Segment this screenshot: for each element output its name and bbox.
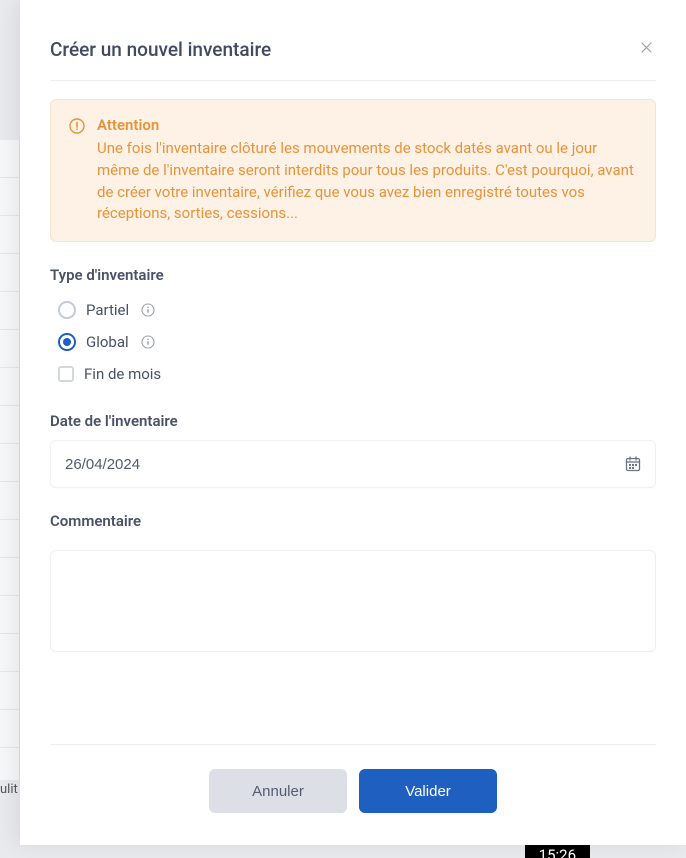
radio-option-partial[interactable]: Partiel: [58, 294, 656, 326]
cancel-button[interactable]: Annuler: [209, 769, 347, 813]
radio-global[interactable]: [58, 333, 76, 351]
inventory-type-group: Partiel Global Fin de mois: [50, 294, 656, 390]
app-backdrop: ulit Créer un nouvel inventaire Attentio…: [0, 0, 686, 858]
timestamp-overlay: 15:26: [525, 845, 590, 858]
modal-header: Créer un nouvel inventaire: [50, 0, 656, 81]
warning-icon: [69, 118, 85, 134]
radio-partial-label: Partiel: [86, 301, 129, 319]
checkbox-end-of-month-label: Fin de mois: [84, 365, 161, 383]
alert-title: Attention: [97, 116, 637, 134]
date-section: Date de l'inventaire: [50, 412, 656, 488]
radio-option-global[interactable]: Global: [58, 326, 656, 358]
date-input-wrap[interactable]: [50, 440, 656, 488]
background-truncated-text: ulit: [0, 782, 18, 797]
info-icon[interactable]: [141, 303, 155, 317]
comment-section: Commentaire: [50, 512, 656, 656]
comment-textarea[interactable]: [50, 550, 656, 652]
alert-text: Attention Une fois l'inventaire clôturé …: [97, 116, 637, 225]
warning-alert: Attention Une fois l'inventaire clôturé …: [50, 99, 656, 242]
checkbox-end-of-month[interactable]: [58, 366, 74, 382]
submit-button[interactable]: Valider: [359, 769, 497, 813]
close-button[interactable]: [637, 36, 656, 62]
date-input[interactable]: [65, 456, 625, 473]
radio-global-label: Global: [86, 333, 129, 351]
calendar-icon[interactable]: [625, 456, 641, 472]
comment-label: Commentaire: [50, 512, 656, 530]
background-list: [0, 140, 20, 780]
modal-body: Attention Une fois l'inventaire clôturé …: [20, 81, 686, 744]
radio-partial[interactable]: [58, 301, 76, 319]
info-icon[interactable]: [141, 335, 155, 349]
close-icon: [641, 40, 652, 57]
create-inventory-modal: Créer un nouvel inventaire Attention Une…: [20, 0, 686, 845]
date-label: Date de l'inventaire: [50, 412, 656, 430]
inventory-type-label: Type d'inventaire: [50, 266, 656, 284]
modal-footer: Annuler Valider: [50, 744, 656, 845]
modal-title: Créer un nouvel inventaire: [50, 38, 271, 61]
checkbox-end-of-month-row[interactable]: Fin de mois: [58, 358, 656, 390]
alert-body: Une fois l'inventaire clôturé les mouvem…: [97, 138, 637, 225]
